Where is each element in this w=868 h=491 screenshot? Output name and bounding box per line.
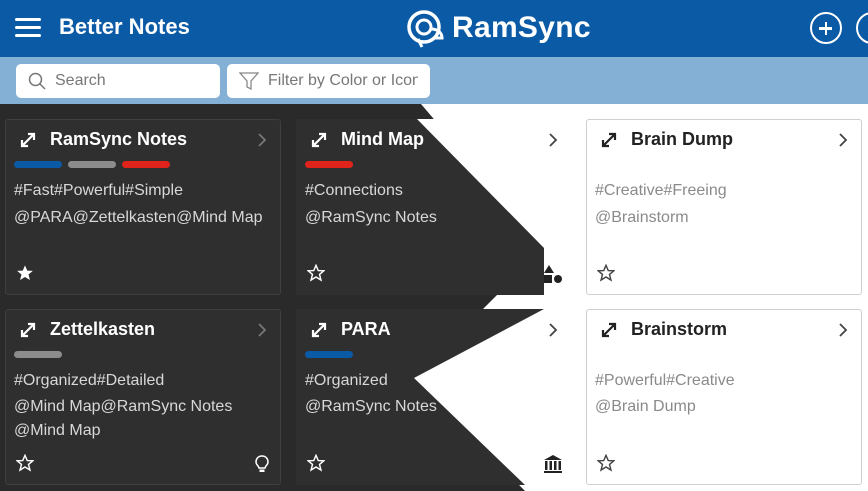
search-box[interactable]	[16, 64, 220, 98]
app-header: Better Notes RamSync	[0, 0, 868, 57]
note-card-zettelkasten[interactable]: Zettelkasten #Organized#Detailed @Mind M…	[5, 309, 281, 485]
tag-gray	[68, 161, 116, 168]
card-dark-region	[296, 119, 572, 295]
card-links-line: @RamSync Notes	[305, 398, 437, 415]
card-title: Zettelkasten	[50, 319, 156, 339]
tag-blue	[305, 351, 353, 358]
card-tags-line: #Organized	[305, 372, 388, 389]
chevron-right-icon[interactable]	[545, 322, 561, 338]
search-icon	[28, 72, 46, 90]
card-title: Mind Map	[341, 129, 424, 149]
chevron-right-icon[interactable]	[835, 322, 851, 338]
note-card-ramsync-notes[interactable]: RamSync Notes #Fast#Powerful#Simple @PAR…	[5, 119, 281, 295]
ramsync-logo-icon	[407, 10, 444, 48]
add-note-button[interactable]	[810, 12, 842, 44]
card-tags-line: #Powerful#Creative	[595, 372, 735, 389]
star-outline-icon[interactable]	[597, 454, 615, 472]
account-button[interactable]	[856, 12, 868, 44]
filter-box[interactable]	[227, 64, 430, 98]
note-card-brainstorm[interactable]: Brainstorm #Powerful#Creative @Brain Dum…	[586, 309, 862, 485]
color-tags	[305, 351, 359, 358]
star-outline-icon[interactable]	[307, 454, 325, 472]
expand-icon[interactable]	[20, 132, 36, 148]
chevron-right-icon[interactable]	[254, 132, 270, 148]
color-tags	[14, 161, 176, 168]
card-links-line: @Mind Map	[14, 422, 101, 439]
brand-name: RamSync	[452, 11, 591, 44]
tag-blue	[14, 161, 62, 168]
note-card-brain-dump[interactable]: Brain Dump #Creative#Freeing @Brainstorm	[586, 119, 862, 295]
card-links-line: @PARA@Zettelkasten@Mind Map	[14, 209, 263, 226]
card-dark-region	[296, 309, 572, 485]
card-tags-line: #Fast#Powerful#Simple	[14, 182, 183, 199]
note-card-mind-map[interactable]: Mind Map #Connections @RamSync Notes	[296, 119, 572, 295]
star-outline-icon[interactable]	[16, 454, 34, 472]
tag-gray	[14, 351, 62, 358]
filter-input[interactable]	[268, 72, 418, 90]
chevron-right-icon[interactable]	[254, 322, 270, 338]
expand-icon[interactable]	[20, 322, 36, 338]
card-tags-line: #Creative#Freeing	[595, 182, 727, 199]
card-tags-line: #Connections	[305, 182, 403, 199]
card-links-line: @RamSync Notes	[305, 209, 437, 226]
expand-icon[interactable]	[311, 132, 327, 148]
expand-icon[interactable]	[601, 132, 617, 148]
filter-icon	[239, 72, 259, 91]
search-input[interactable]	[55, 72, 205, 90]
tag-red	[305, 161, 353, 168]
card-title: RamSync Notes	[50, 129, 188, 149]
note-card-para[interactable]: PARA #Organized @RamSync Notes	[296, 309, 572, 485]
card-title: PARA	[341, 319, 391, 339]
star-outline-icon[interactable]	[307, 264, 325, 282]
card-tags-line: #Organized#Detailed	[14, 372, 165, 389]
expand-icon[interactable]	[311, 322, 327, 338]
brand-logo: RamSync	[404, 6, 591, 50]
chevron-right-icon[interactable]	[835, 132, 851, 148]
bank-icon	[544, 455, 562, 473]
shapes-icon	[544, 265, 562, 283]
color-tags	[305, 161, 359, 168]
toolbar	[0, 57, 868, 104]
card-links-line: @Mind Map@RamSync Notes	[14, 398, 233, 415]
card-title: Brainstorm	[631, 319, 728, 339]
color-tags	[14, 351, 68, 358]
app-title: Better Notes	[59, 14, 190, 39]
menu-icon[interactable]	[15, 17, 41, 37]
card-links-line: @Brainstorm	[595, 209, 689, 226]
star-outline-icon[interactable]	[597, 264, 615, 282]
star-filled-icon[interactable]	[16, 264, 34, 282]
card-links-line: @Brain Dump	[595, 398, 696, 415]
chevron-right-icon[interactable]	[545, 132, 561, 148]
tag-red	[122, 161, 170, 168]
expand-icon[interactable]	[601, 322, 617, 338]
card-title: Brain Dump	[631, 129, 734, 149]
lightbulb-icon	[255, 455, 269, 472]
